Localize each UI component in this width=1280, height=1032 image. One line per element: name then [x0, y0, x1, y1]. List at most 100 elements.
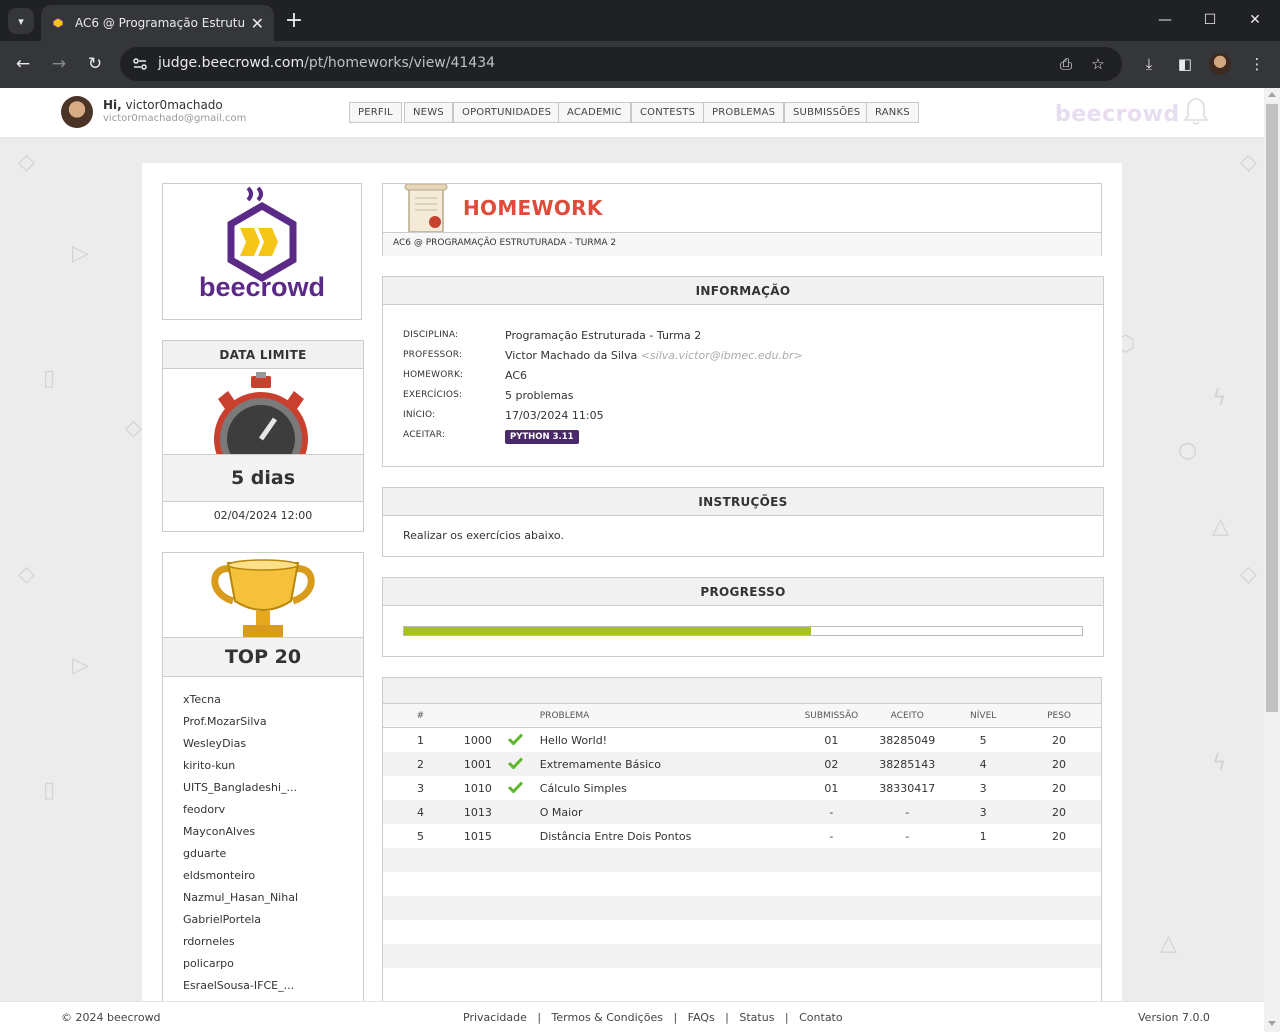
progress-bar — [403, 626, 1083, 636]
table-row[interactable]: 2 1001 Extremamente Básico 02 38285143 4 20 — [383, 752, 1101, 776]
top20-user[interactable]: feodorv — [183, 803, 363, 825]
active-tab[interactable]: AC6 @ Programação Estruturada ✕ — [41, 5, 274, 41]
problem-name[interactable]: Distância Entre Dois Pontos — [533, 830, 798, 843]
table-row-empty — [383, 944, 1101, 968]
header-brand-logo[interactable]: beecrowd — [1055, 102, 1180, 127]
reload-button[interactable]: ↻ — [82, 51, 108, 77]
top20-user[interactable]: GabrielPortela — [183, 913, 363, 935]
footer-link-contato[interactable]: Contato — [799, 1011, 842, 1024]
top20-user[interactable]: policarpo — [183, 957, 363, 979]
nav-news[interactable]: NEWS — [404, 102, 453, 123]
table-row[interactable]: 5 1015 Distância Entre Dois Pontos - - 1 20 — [383, 824, 1101, 848]
progress-box: PROGRESSO — [382, 577, 1104, 657]
footer-link-status[interactable]: Status — [739, 1011, 774, 1024]
row-number: 4 — [416, 805, 424, 819]
weight: 20 — [1052, 757, 1067, 771]
info-row-inicio: INÍCIO: 17/03/2024 11:05 — [403, 405, 803, 425]
nav-problemas[interactable]: PROBLEMAS — [703, 102, 785, 123]
nav-oportunidades[interactable]: OPORTUNIDADES — [453, 102, 561, 123]
nav-ranks[interactable]: RANKS — [866, 102, 919, 123]
top20-user[interactable]: rdorneles — [183, 935, 363, 957]
status — [498, 732, 533, 748]
top20-user[interactable]: kirito-kun — [183, 759, 363, 781]
more-vert-icon: ⋮ — [1249, 55, 1265, 73]
arrow-right-icon: → — [51, 54, 67, 74]
site-info-icon[interactable] — [132, 56, 148, 72]
top20-user[interactable]: Prof.MozarSilva — [183, 715, 363, 737]
scrollbar-thumb[interactable] — [1266, 104, 1278, 712]
footer-link-privacidade[interactable]: Privacidade — [463, 1011, 527, 1024]
problem-name[interactable]: Cálculo Simples — [533, 782, 798, 795]
top20-user[interactable]: gduarte — [183, 847, 363, 869]
back-button[interactable]: ← — [10, 51, 36, 77]
maximize-button[interactable]: ☐ — [1195, 8, 1225, 32]
row-number: 1 — [416, 733, 424, 747]
problem-name[interactable]: Extremamente Básico — [533, 758, 798, 771]
submission-count: - — [829, 805, 834, 819]
user-avatar[interactable] — [61, 96, 93, 128]
weight: 20 — [1052, 805, 1067, 819]
address-bar[interactable]: judge.beecrowd.com/pt/homeworks/view/414… — [120, 47, 1122, 81]
tab-search-button[interactable]: ▾ — [8, 8, 34, 34]
user-greeting: Hi, victor0machado — [103, 98, 223, 112]
info-row-disciplina: DISCIPLINA: Programação Estruturada - Tur… — [403, 325, 803, 345]
homework-header-box: HOMEWORK AC6 @ PROGRAMAÇÃO ESTRUTURADA -… — [382, 183, 1102, 256]
username[interactable]: victor0machado — [126, 98, 223, 112]
footer-link-termos[interactable]: Termos & Condições — [552, 1011, 663, 1024]
problem-name[interactable]: Hello World! — [533, 734, 798, 747]
minimize-button[interactable]: — — [1150, 8, 1180, 32]
problem-id: 1001 — [463, 757, 492, 771]
info-table: DISCIPLINA: Programação Estruturada - Tur… — [403, 325, 803, 445]
nav-contests[interactable]: CONTESTS — [631, 102, 705, 123]
tab-close-icon[interactable]: ✕ — [251, 14, 264, 33]
scroll-up-arrow-icon[interactable] — [1268, 92, 1276, 97]
nav-submissoes[interactable]: SUBMISSÕES — [784, 102, 870, 123]
problems-box: # PROBLEMA SUBMISSÃO ACEITO NÍVEL PESO 1… — [382, 677, 1102, 1032]
top20-user[interactable]: Nazmul_Hasan_Nihal — [183, 891, 363, 913]
page-scrollbar[interactable] — [1264, 88, 1280, 1032]
trophy-icon — [211, 559, 315, 637]
homework-subtitle: AC6 @ PROGRAMAÇÃO ESTRUTURADA - TURMA 2 — [383, 232, 1101, 256]
professor-name: Victor Machado da Silva — [505, 348, 638, 362]
info-row-exercicios: EXERCÍCIOS: 5 problemas — [403, 385, 803, 405]
nav-academic[interactable]: ACADEMIC — [558, 102, 631, 123]
nav-perfil[interactable]: PERFIL — [349, 102, 402, 123]
footer-link-faqs[interactable]: FAQs — [688, 1011, 715, 1024]
side-panel-button[interactable]: ◧ — [1172, 51, 1198, 77]
side-panel-icon: ◧ — [1177, 55, 1193, 73]
install-app-icon[interactable]: ⎙ — [1057, 55, 1075, 73]
reload-icon: ↻ — [87, 54, 103, 74]
deadline-box: DATA LIMITE 5 dias 02/04/2024 12:00 — [162, 340, 364, 532]
problem-name[interactable]: O Maior — [533, 806, 798, 819]
bookmark-star-icon[interactable]: ☆ — [1089, 55, 1107, 73]
info-key: DISCIPLINA: — [403, 330, 459, 340]
top20-user[interactable]: UITS_Bangladeshi_... — [183, 781, 363, 803]
table-row[interactable]: 1 1000 Hello World! 01 38285049 5 20 — [383, 728, 1101, 752]
top20-user[interactable]: MayconAlves — [183, 825, 363, 847]
footer-separator: | — [526, 1011, 552, 1024]
problem-id: 1010 — [463, 781, 492, 795]
notification-bell-icon[interactable] — [1183, 96, 1209, 128]
forward-button[interactable]: → — [46, 51, 72, 77]
bg-bolt-shape: ϟ — [1212, 751, 1227, 776]
bg-circle-shape: ○ — [1178, 438, 1198, 463]
info-value: 17/03/2024 11:05 — [505, 408, 604, 422]
weight: 20 — [1052, 829, 1067, 843]
new-tab-button[interactable]: + — [282, 8, 306, 33]
top20-user[interactable]: xTecna — [183, 693, 363, 715]
info-row-aceitar: ACEITAR: PYTHON 3.11 — [403, 425, 803, 445]
top20-user[interactable]: eldsmonteiro — [183, 869, 363, 891]
table-row-empty — [383, 920, 1101, 944]
download-button[interactable]: ⤓ — [1136, 51, 1162, 77]
browser-menu-button[interactable]: ⋮ — [1244, 51, 1270, 77]
top20-user[interactable]: WesleyDias — [183, 737, 363, 759]
col-header-submissao: SUBMISSÃO — [804, 710, 859, 721]
table-row[interactable]: 4 1013 O Maior - - 3 20 — [383, 800, 1101, 824]
row-number: 2 — [416, 757, 424, 771]
scroll-down-arrow-icon[interactable] — [1268, 1021, 1276, 1026]
table-row[interactable]: 3 1010 Cálculo Simples 01 38330417 3 20 — [383, 776, 1101, 800]
bg-triangle-shape: △ — [1160, 931, 1177, 956]
browser-profile-avatar[interactable] — [1209, 53, 1231, 75]
close-window-button[interactable]: ✕ — [1240, 8, 1270, 32]
top20-user[interactable]: EsraelSousa-IFCE_... — [183, 979, 363, 1001]
